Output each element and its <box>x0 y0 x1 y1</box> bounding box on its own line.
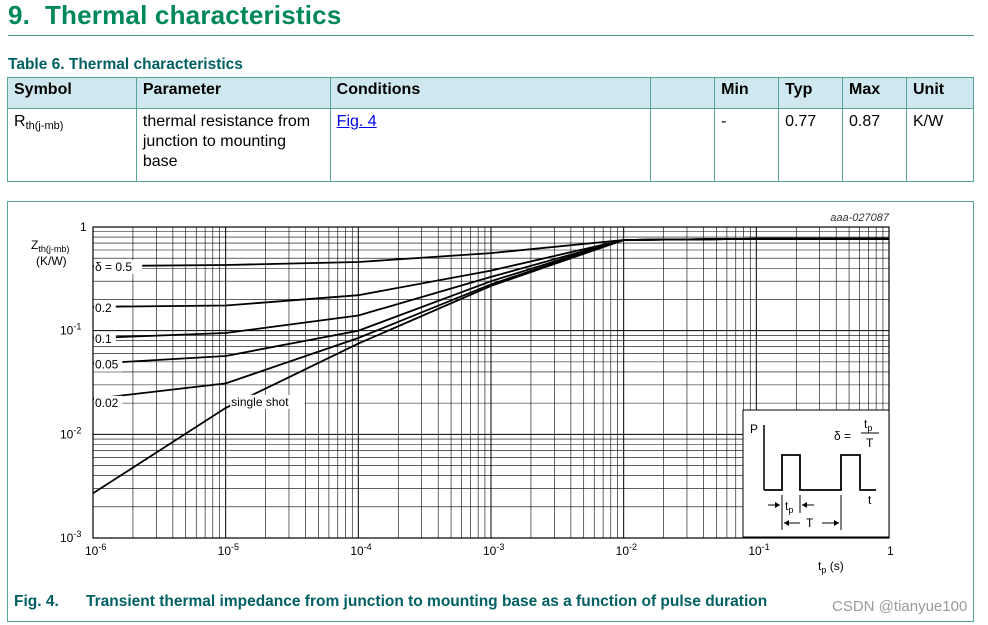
y-tick-label: 10-1 <box>60 322 81 338</box>
svg-text:Zth(j-mb): Zth(j-mb) <box>31 238 69 254</box>
inset-T-label: T <box>806 516 814 530</box>
svg-text:tp (s): tp (s) <box>818 559 844 575</box>
series-label: 0.1 <box>95 332 112 346</box>
x-tick-label: 10-3 <box>483 542 504 558</box>
x-tick-label: 10-4 <box>350 542 371 558</box>
y-axis-label: Zth(j-mb) (K/W) <box>31 238 69 268</box>
y-tick-label: 10-2 <box>60 425 81 441</box>
series-label: δ = 0.5 <box>95 260 132 274</box>
transient-thermal-impedance-chart: aaa-027087 10-6 10-5 10-4 10-3 10-2 10-1 1 1 10-… <box>31 212 894 575</box>
y-axis-unit: (K/W) <box>36 254 67 268</box>
figure-caption-text: Transient thermal impedance from junctio… <box>86 593 768 610</box>
series-label: 0.05 <box>95 358 119 372</box>
figure-caption: Fig. 4. Transient thermal impedance from … <box>14 593 767 611</box>
x-tick-label: 1 <box>887 544 894 558</box>
series-label: single shot <box>231 395 289 409</box>
x-tick-label: 10-6 <box>85 542 106 558</box>
x-tick-label: 10-1 <box>748 542 769 558</box>
y-tick-label: 1 <box>80 220 87 234</box>
inset-delta-label: δ = <box>834 429 851 443</box>
figure-id: aaa-027087 <box>830 212 890 224</box>
y-tick-label: 10-3 <box>60 529 81 545</box>
x-tick-label: 10-2 <box>616 542 637 558</box>
duty-cycle-inset: P t δ = tp T tp T <box>742 409 890 538</box>
watermark: CSDN @tianyue100 <box>832 598 968 615</box>
series-label: 0.2 <box>95 301 112 315</box>
series-label: 0.02 <box>95 396 119 410</box>
x-tick-label: 10-5 <box>218 542 239 558</box>
inset-fraction-denominator: T <box>866 436 874 450</box>
inset-p-label: P <box>750 422 758 436</box>
y-axis-label-main: Z <box>31 238 38 252</box>
x-axis-label-unit: (s) <box>826 559 843 573</box>
x-axis-label: tp (s) <box>818 559 844 575</box>
y-axis-label-sub: th(j-mb) <box>38 244 69 254</box>
figure-caption-number: Fig. 4. <box>14 593 59 610</box>
